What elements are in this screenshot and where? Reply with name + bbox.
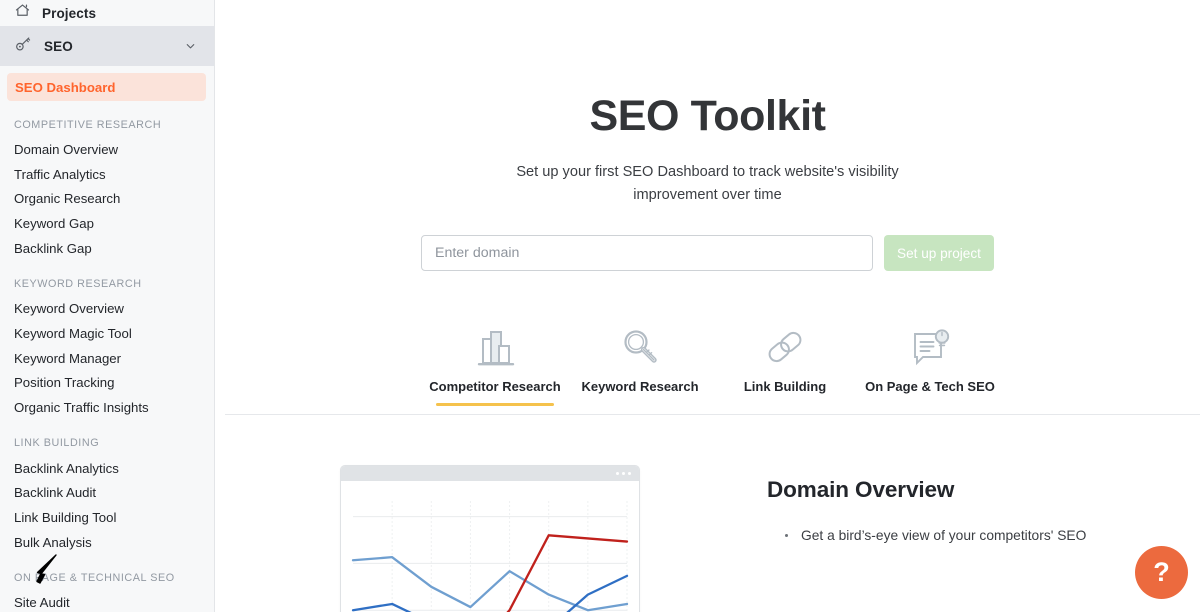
toolkit-tabs: Competitor Research Keyword Research Link …: [215, 323, 1200, 406]
sidebar-item-seo-dashboard[interactable]: SEO Dashboard: [7, 73, 206, 101]
tab-label: Keyword Research: [581, 379, 699, 394]
sidebar-item-domain-overview[interactable]: Domain Overview: [0, 137, 214, 162]
tab-on-page-tech-seo[interactable]: On Page & Tech SEO: [858, 323, 1003, 406]
tab-link-building[interactable]: Link Building: [713, 323, 858, 406]
window-dot-icon: [622, 472, 625, 475]
sidebar-section-title: LINK BUILDING: [14, 437, 100, 450]
chain-link-icon: [762, 323, 808, 369]
sidebar-item-bulk-analysis[interactable]: Bulk Analysis: [0, 530, 214, 555]
domain-input[interactable]: [421, 235, 873, 271]
bar-chart-icon: [472, 323, 518, 369]
tab-active-underline: [581, 403, 699, 406]
tab-active-underline: [726, 403, 844, 406]
document-lightbulb-icon: [907, 323, 953, 369]
sidebar-section-title: KEYWORD RESEARCH: [14, 277, 142, 290]
window-dot-icon: [616, 472, 619, 475]
key-icon: [14, 35, 33, 58]
sidebar-item-backlink-gap[interactable]: Backlink Gap: [0, 236, 214, 261]
promo-heading: Domain Overview: [767, 477, 955, 502]
tab-label: Link Building: [743, 379, 827, 394]
sidebar-item-position-tracking[interactable]: Position Tracking: [0, 371, 214, 396]
sidebar-item-link-building-tool[interactable]: Link Building Tool: [0, 505, 214, 530]
app-root: Projects SEO SEO Dashboard COMPETITIVE R…: [0, 0, 1200, 612]
sidebar-item-site-audit[interactable]: Site Audit: [0, 591, 214, 612]
sidebar-item-keyword-overview[interactable]: Keyword Overview: [0, 296, 214, 321]
sidebar-nav-sections: COMPETITIVE RESEARCH Domain Overview Traff…: [0, 116, 214, 612]
sidebar-item-backlink-analytics[interactable]: Backlink Analytics: [0, 456, 214, 481]
tab-label: Competitor Research: [429, 379, 561, 394]
promo-bullet: Get a bird’s-eye view of your competitor…: [785, 524, 1086, 548]
promo-text: Domain Overview Get a bird’s-eye view of…: [767, 465, 1086, 612]
home-icon: [14, 2, 31, 24]
sidebar-item-seo[interactable]: SEO: [0, 26, 214, 66]
tab-label: On Page & Tech SEO: [865, 379, 995, 394]
chart-body: [341, 481, 639, 612]
tab-competitor-research[interactable]: Competitor Research: [423, 323, 568, 406]
browser-titlebar: [341, 466, 639, 481]
promo-section: Domain Overview Get a bird’s-eye view of…: [215, 465, 1200, 612]
tab-keyword-research[interactable]: Keyword Research: [568, 323, 713, 406]
magnifier-icon: [618, 323, 662, 369]
tabs-divider: [225, 414, 1200, 415]
help-button[interactable]: ?: [1135, 546, 1188, 599]
sidebar-item-keyword-gap[interactable]: Keyword Gap: [0, 211, 214, 236]
sidebar-item-seo-dashboard-label: SEO Dashboard: [15, 79, 116, 95]
line-chart: [351, 501, 629, 612]
chevron-down-icon[interactable]: [184, 40, 197, 53]
sidebar-item-traffic-analytics[interactable]: Traffic Analytics: [0, 162, 214, 187]
sidebar-section-title: ON PAGE & TECHNICAL SEO: [14, 572, 175, 585]
set-up-project-button[interactable]: Set up project: [884, 235, 994, 271]
sidebar-item-projects[interactable]: Projects: [0, 0, 214, 26]
chart-preview-card: [340, 465, 640, 612]
sidebar-item-projects-label: Projects: [42, 5, 97, 21]
tab-active-underline: [436, 403, 554, 406]
setup-form: Set up project: [215, 235, 1200, 271]
main-content: SEO Toolkit Set up your first SEO Dashbo…: [215, 0, 1200, 612]
promo-bullet-list: Get a bird’s-eye view of your competitor…: [767, 524, 1086, 548]
hero-section: SEO Toolkit Set up your first SEO Dashbo…: [215, 0, 1200, 271]
hero-subtitle: Set up your first SEO Dashboard to track…: [516, 164, 899, 203]
sidebar-item-keyword-manager[interactable]: Keyword Manager: [0, 346, 214, 371]
sidebar: Projects SEO SEO Dashboard COMPETITIVE R…: [0, 0, 215, 612]
page-title: SEO Toolkit: [589, 92, 826, 140]
sidebar-item-backlink-audit[interactable]: Backlink Audit: [0, 481, 214, 506]
window-dot-icon: [628, 472, 631, 475]
sidebar-item-organic-research[interactable]: Organic Research: [0, 186, 214, 211]
sidebar-section-title: COMPETITIVE RESEARCH: [14, 118, 162, 131]
sidebar-item-seo-label: SEO: [44, 38, 73, 54]
sidebar-item-keyword-magic-tool[interactable]: Keyword Magic Tool: [0, 321, 214, 346]
tab-active-underline: [871, 403, 989, 406]
sidebar-item-organic-traffic-insights[interactable]: Organic Traffic Insights: [0, 395, 214, 420]
